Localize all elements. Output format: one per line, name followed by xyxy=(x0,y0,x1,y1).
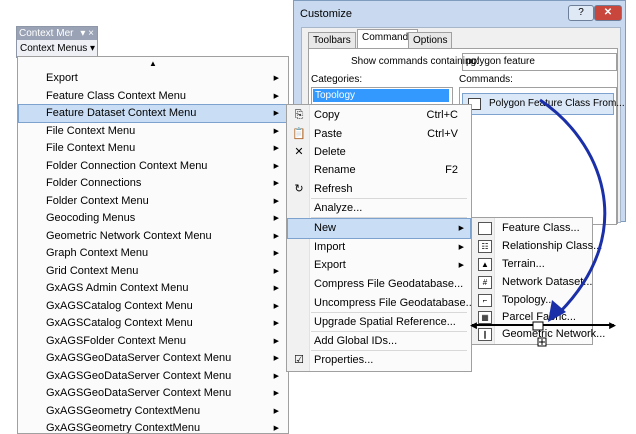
drag-arrowhead xyxy=(548,300,566,322)
drag-arrow xyxy=(532,98,607,347)
drag-arrow-path xyxy=(539,98,607,314)
drag-cursor-icon xyxy=(532,321,544,331)
